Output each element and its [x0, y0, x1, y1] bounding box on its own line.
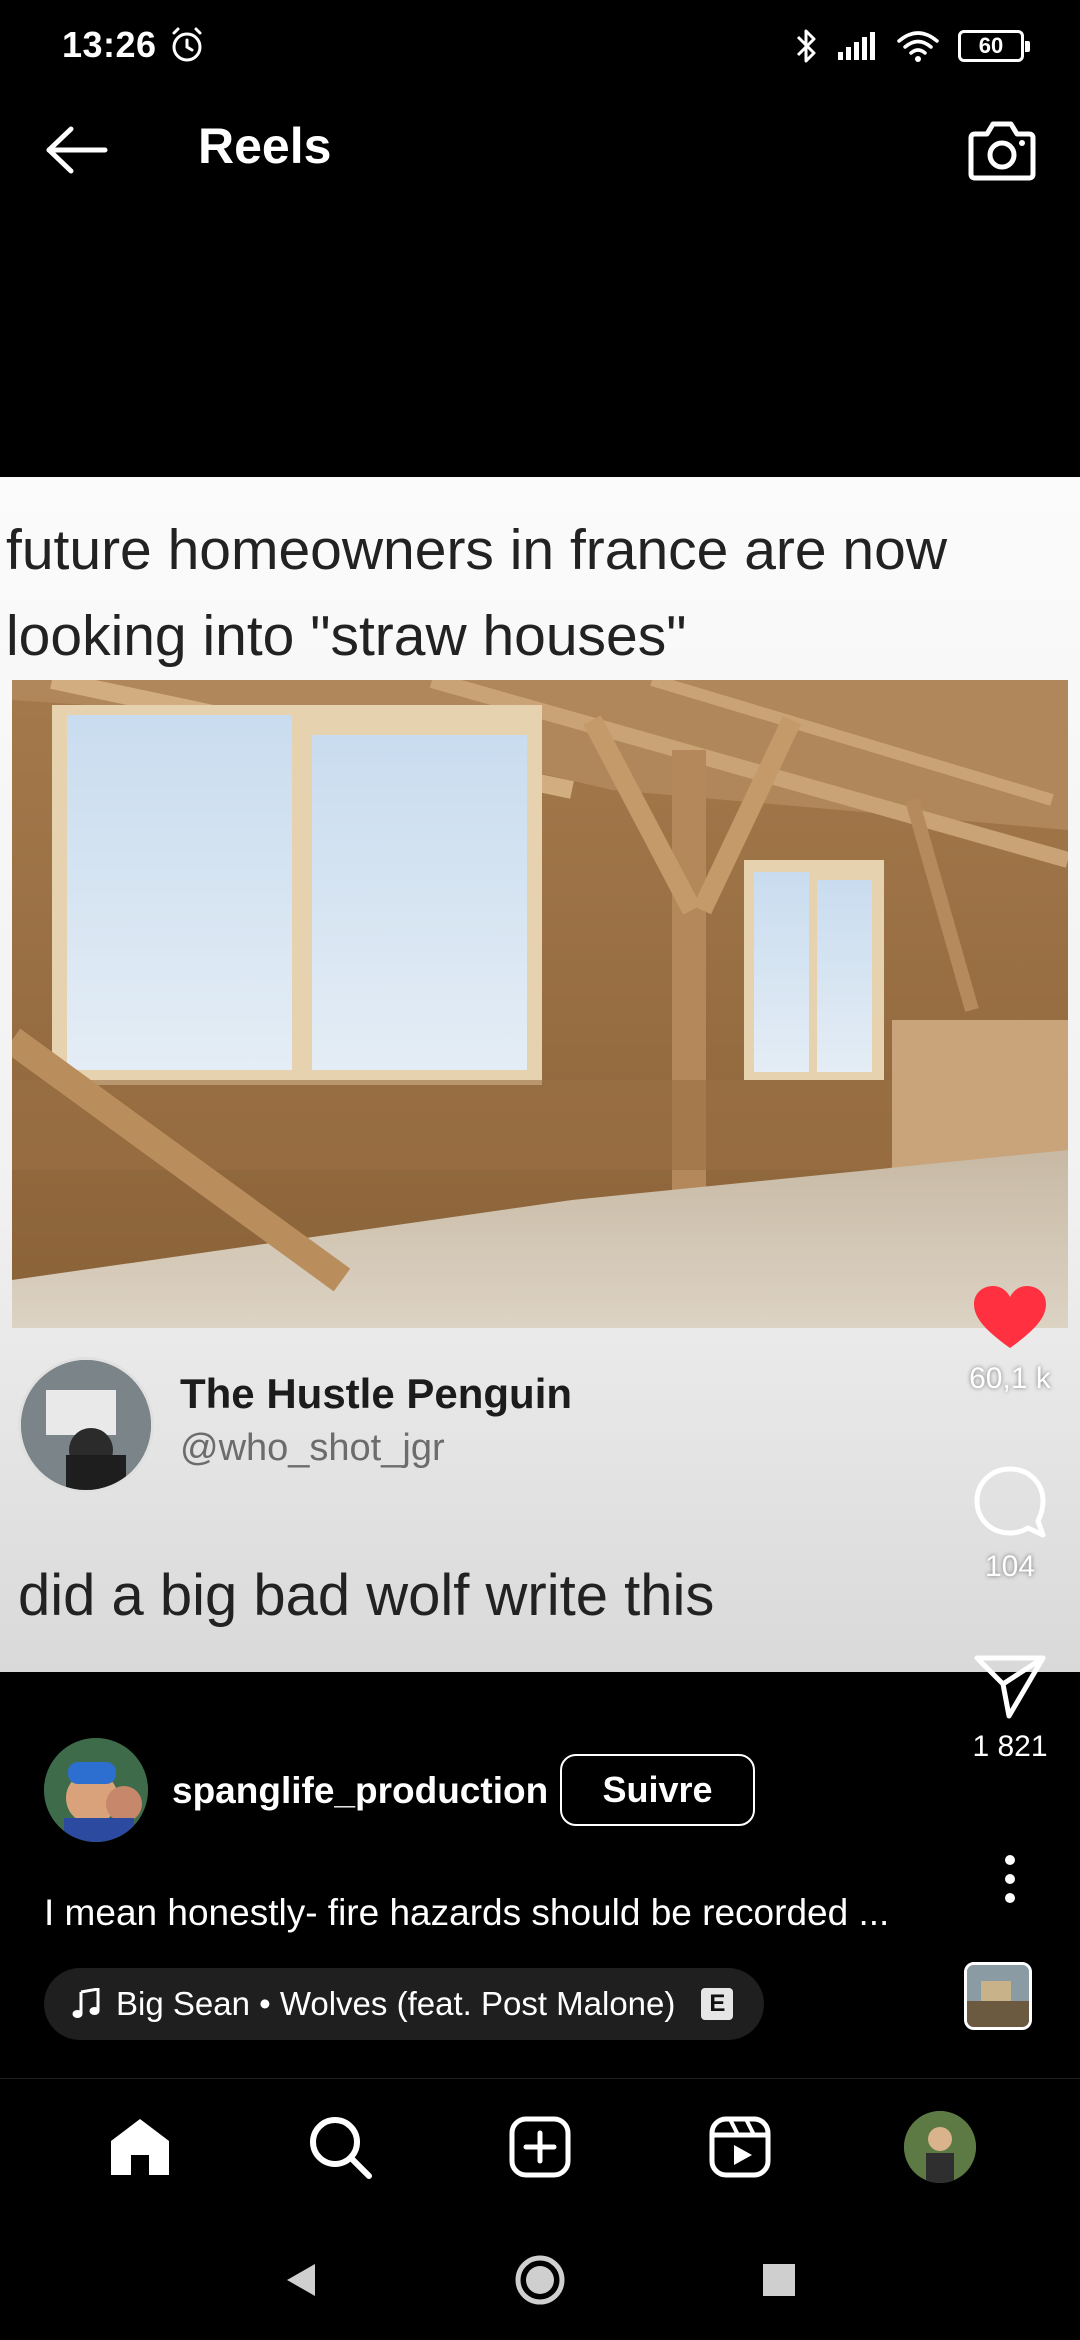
page-title: Reels [198, 118, 332, 174]
heart-icon[interactable] [972, 1284, 1048, 1352]
status-bar: 13:26 60 [0, 0, 1080, 95]
nav-reels[interactable] [695, 2102, 785, 2192]
comment-icon[interactable] [972, 1464, 1048, 1540]
reels-icon[interactable] [708, 2115, 772, 2179]
arrow-left-icon [46, 126, 108, 174]
reel-media[interactable]: future homeowners in france are now look… [0, 477, 1080, 1672]
alarm-icon [172, 27, 202, 62]
comment-count: 104 [984, 1550, 1036, 1583]
share-count: 1 821 [972, 1730, 1048, 1763]
like-count: 60,1 k [969, 1362, 1051, 1395]
explicit-badge: E [701, 1988, 734, 2020]
status-time: 13:26 [62, 24, 157, 65]
camera-icon [968, 121, 1036, 181]
camera-button[interactable] [962, 111, 1042, 191]
nav-search[interactable] [295, 2102, 385, 2192]
nav-profile[interactable] [895, 2102, 985, 2192]
author-avatar[interactable] [44, 1738, 148, 1842]
audio-track-name: Big Sean • Wolves (feat. Post Malone) [116, 1985, 676, 2022]
bluetooth-icon [796, 29, 816, 63]
system-navigation [0, 2220, 1080, 2340]
tweet-author-handle: @who_shot_jgr [180, 1427, 445, 1469]
like-action[interactable]: 60,1 k [940, 1284, 1080, 1396]
image-caption-text: future homeowners in france are now look… [6, 518, 948, 668]
back-button[interactable] [36, 115, 116, 185]
system-home-icon[interactable] [514, 2254, 566, 2306]
more-options-button[interactable] [940, 1854, 1080, 1904]
profile-avatar[interactable] [904, 2110, 976, 2183]
nav-home[interactable] [95, 2102, 185, 2192]
straw-house-photo [12, 680, 1068, 1328]
system-back-icon[interactable] [283, 2260, 319, 2300]
send-icon[interactable] [973, 1654, 1047, 1720]
reel-caption[interactable]: I mean honestly- fire hazards should be … [44, 1892, 944, 1934]
more-vertical-icon[interactable] [1000, 1854, 1020, 1904]
add-square-icon[interactable] [508, 2115, 572, 2179]
signal-icon [838, 32, 875, 60]
nav-create[interactable] [495, 2102, 585, 2192]
follow-button[interactable]: Suivre [560, 1754, 755, 1826]
bottom-navigation [0, 2078, 1080, 2214]
share-action[interactable]: 1 821 [940, 1654, 1080, 1764]
tweet-author-name: The Hustle Penguin [180, 1370, 573, 1417]
top-app-bar: Reels [0, 95, 1080, 205]
comment-action[interactable]: 104 [940, 1464, 1080, 1584]
author-username[interactable]: spanglife_production [172, 1770, 548, 1812]
audio-track[interactable]: Big Sean • Wolves (feat. Post Malone) E [44, 1968, 764, 2040]
audio-thumbnail[interactable] [964, 1962, 1032, 2030]
system-recents-icon[interactable] [761, 2262, 797, 2298]
battery-level: 60 [978, 33, 1004, 58]
tweet-text: did a big bad wolf write this [18, 1563, 715, 1628]
home-icon[interactable] [107, 2115, 173, 2179]
music-note-icon [72, 1988, 100, 2018]
wifi-icon [897, 31, 939, 62]
search-icon[interactable] [307, 2114, 373, 2180]
tweet-author-avatar [18, 1357, 154, 1493]
battery-indicator: 60 [958, 30, 1030, 62]
